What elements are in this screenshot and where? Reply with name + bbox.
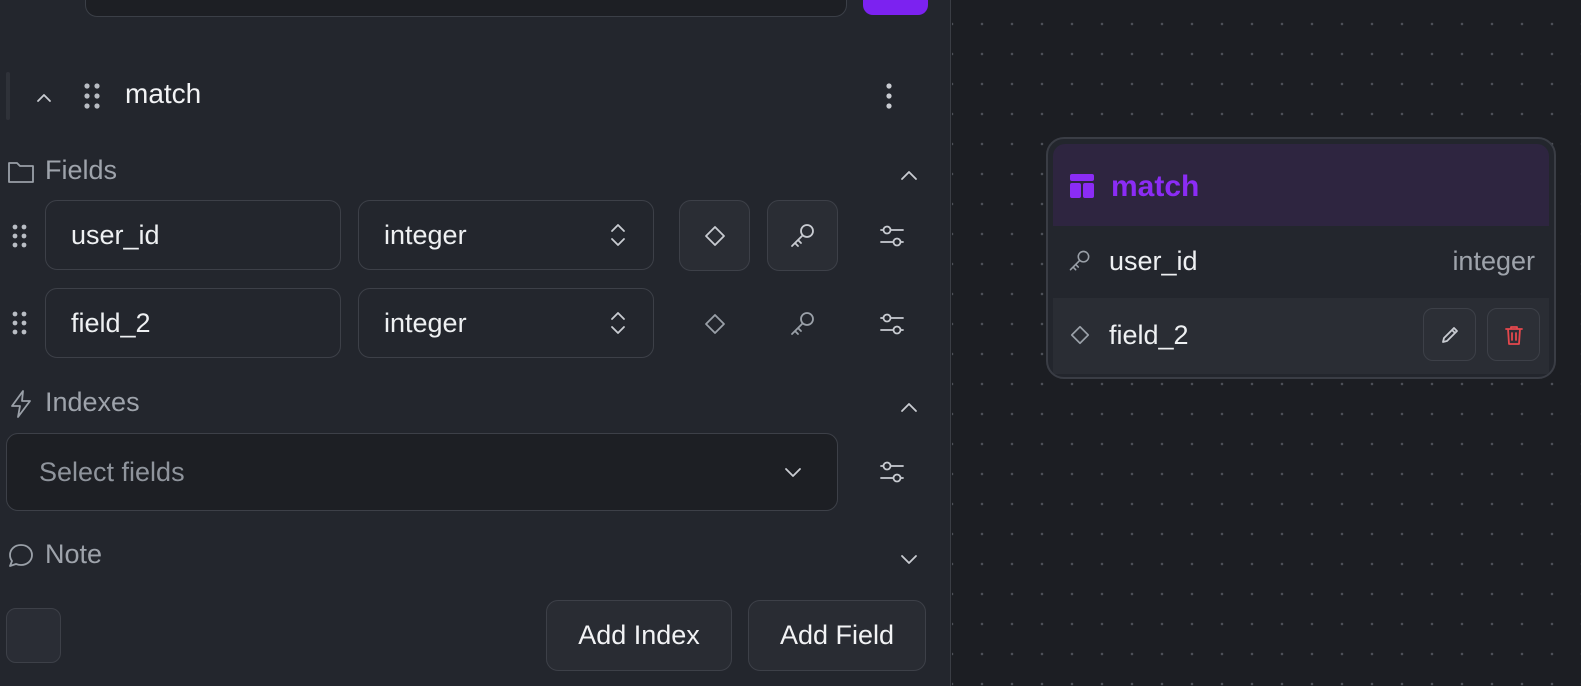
add-table-button[interactable] xyxy=(863,0,928,15)
indexes-section-label: Indexes xyxy=(45,387,140,417)
folder-icon xyxy=(7,159,35,185)
comment-icon xyxy=(7,542,35,570)
nullable-toggle[interactable] xyxy=(679,288,750,359)
sliders-icon xyxy=(880,313,904,335)
field-type-select[interactable]: integer xyxy=(358,200,654,270)
index-fields-placeholder: Select fields xyxy=(39,456,185,487)
field-type-value: integer xyxy=(384,219,467,250)
grip-icon xyxy=(84,83,100,109)
table-name[interactable]: match xyxy=(125,78,201,110)
note-section-label: Note xyxy=(45,539,103,569)
table-editor-panel: match Fields user_id integer field_2 int… xyxy=(0,0,951,686)
node-field-name: field_2 xyxy=(1109,320,1189,350)
diamond-icon xyxy=(1070,325,1090,345)
search-input[interactable] xyxy=(85,0,847,17)
table-node-field[interactable]: user_id integer xyxy=(1053,226,1549,298)
key-icon xyxy=(790,311,814,335)
expand-note-button[interactable] xyxy=(897,547,921,571)
table-node-header[interactable]: match xyxy=(1053,144,1549,226)
node-field-type: integer xyxy=(1452,246,1535,276)
table-menu-button[interactable] xyxy=(884,82,894,112)
table-node-field[interactable]: field_2 xyxy=(1053,298,1549,374)
delete-field-button[interactable] xyxy=(1487,308,1540,361)
fields-section-label: Fields xyxy=(45,155,118,185)
chevron-up-icon xyxy=(901,403,917,412)
chevron-up-icon xyxy=(37,94,51,102)
table-icon xyxy=(1070,174,1094,198)
field-settings-button[interactable] xyxy=(870,214,914,258)
field-drag-handle[interactable] xyxy=(11,311,29,337)
field-type-select[interactable]: integer xyxy=(358,288,654,358)
table-node-title: match xyxy=(1111,170,1200,203)
field-type-value: integer xyxy=(384,307,467,338)
drag-handle[interactable] xyxy=(82,82,102,112)
collapse-indexes-button[interactable] xyxy=(897,396,921,420)
field-name-input[interactable]: user_id xyxy=(45,200,341,270)
sliders-icon xyxy=(880,225,904,247)
primary-key-toggle[interactable] xyxy=(767,200,838,271)
chevron-up-down-icon xyxy=(611,224,625,246)
lightning-icon xyxy=(7,389,35,419)
edit-field-button[interactable] xyxy=(1423,308,1476,361)
primary-key-toggle[interactable] xyxy=(767,288,838,359)
pencil-icon xyxy=(1441,326,1458,343)
field-settings-button[interactable] xyxy=(870,302,914,346)
nullable-toggle[interactable] xyxy=(679,200,750,271)
diamond-icon xyxy=(704,225,725,246)
index-settings-button[interactable] xyxy=(870,450,914,494)
chevron-down-icon xyxy=(901,555,917,564)
node-field-name: user_id xyxy=(1109,246,1198,276)
diagram-canvas[interactable]: match user_id integer field_2 xyxy=(952,0,1581,686)
table-color-picker[interactable] xyxy=(6,608,61,663)
chevron-up-icon xyxy=(901,171,917,180)
collapse-table-button[interactable] xyxy=(32,86,56,110)
index-fields-select[interactable]: Select fields xyxy=(6,433,838,511)
chevron-down-icon xyxy=(785,468,801,477)
grip-icon xyxy=(12,311,27,335)
more-vertical-icon xyxy=(886,83,892,109)
field-name-input[interactable]: field_2 xyxy=(45,288,341,358)
table-node[interactable]: match user_id integer field_2 xyxy=(1046,137,1556,379)
grip-icon xyxy=(12,224,27,248)
sliders-icon xyxy=(880,461,904,483)
field-drag-handle[interactable] xyxy=(11,224,29,250)
add-field-button[interactable]: Add Field xyxy=(748,600,926,671)
trash-icon xyxy=(1504,325,1523,345)
key-icon xyxy=(790,223,814,247)
collapse-fields-button[interactable] xyxy=(897,164,921,188)
chevron-up-down-icon xyxy=(611,312,625,334)
add-index-button[interactable]: Add Index xyxy=(546,600,732,671)
key-icon xyxy=(1069,250,1090,271)
diamond-icon xyxy=(704,313,725,334)
table-color-bar xyxy=(6,72,10,120)
